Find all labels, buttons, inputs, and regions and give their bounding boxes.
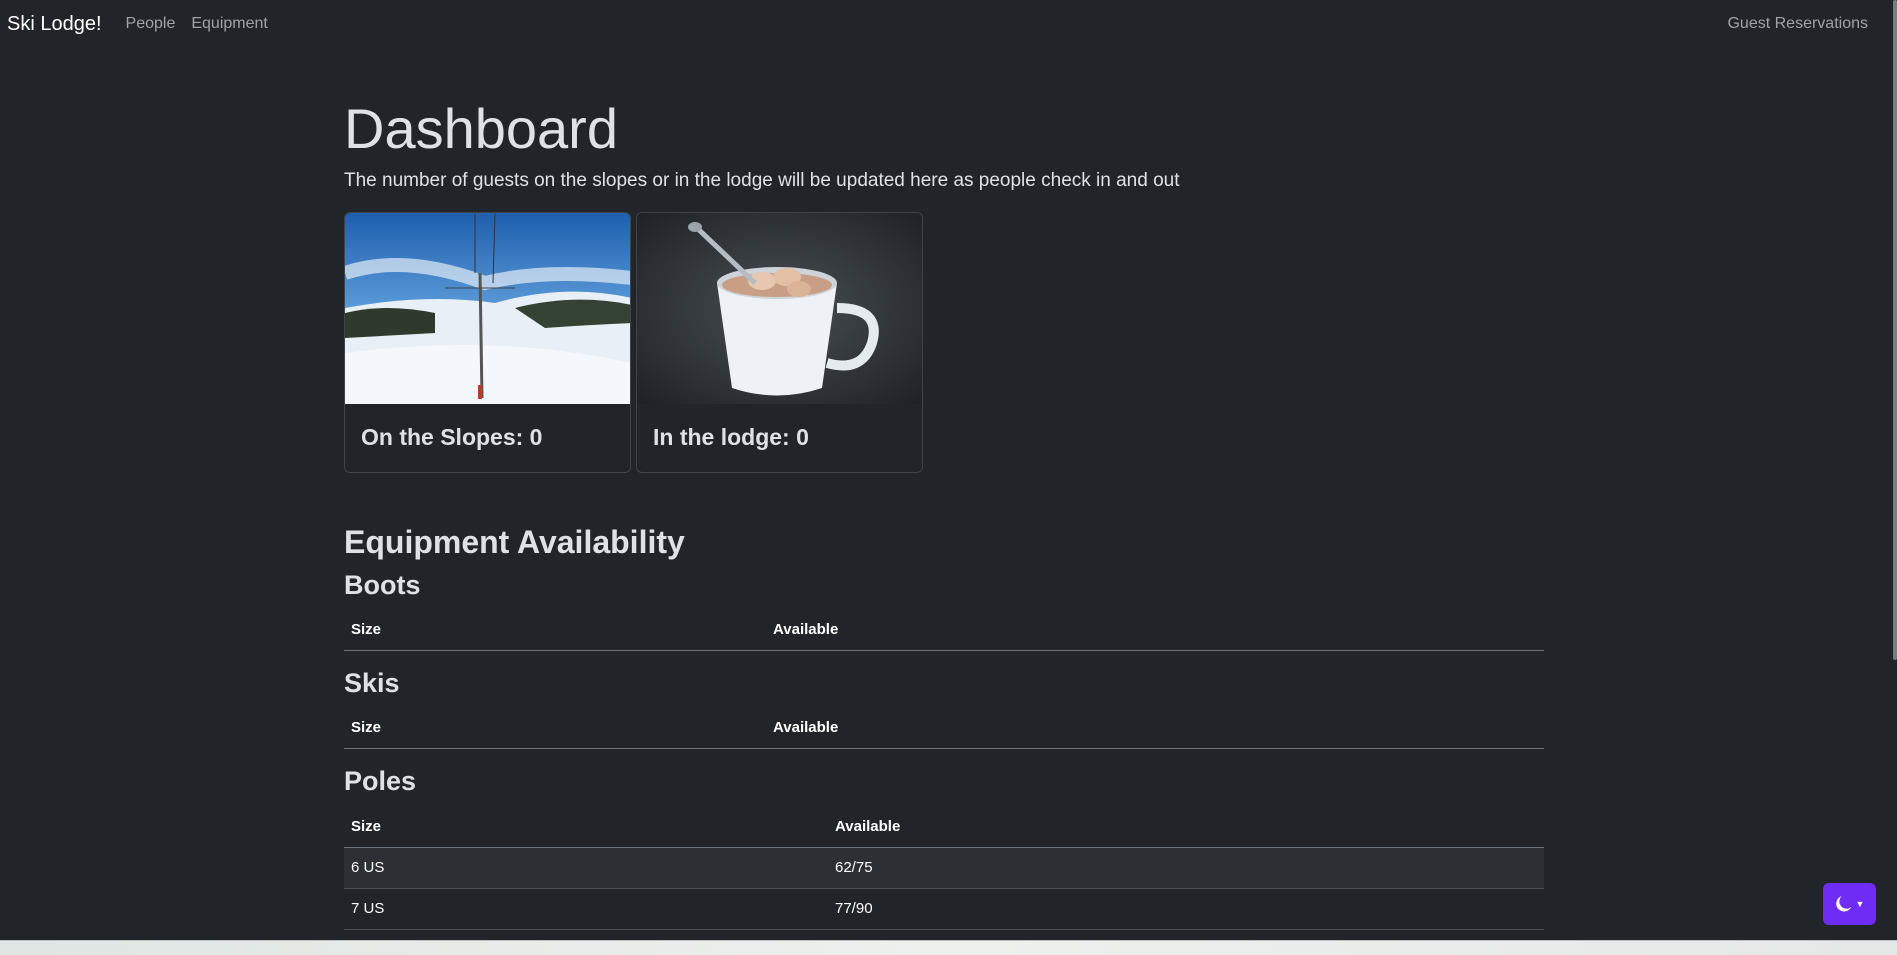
page-title: Dashboard <box>344 97 618 160</box>
pole-size-cell: 6 US <box>344 847 828 889</box>
hot-cocoa-image <box>637 213 922 404</box>
nav-link-people[interactable]: People <box>126 15 176 33</box>
boots-available-header: Available <box>766 610 1544 651</box>
lodge-count: In the lodge: 0 <box>653 424 809 450</box>
boots-table: Size Available <box>344 610 1544 651</box>
boots-size-header: Size <box>344 610 766 651</box>
poles-table: Size Available 6 US 62/75 7 US 77/90 <box>344 807 1544 930</box>
card-group: On the Slopes: 0 In the lodge: 0 <box>344 212 923 473</box>
skis-size-header: Size <box>344 708 766 749</box>
nav-link-guest-reservations[interactable]: Guest Reservations <box>1727 15 1868 33</box>
slopes-count: On the Slopes: 0 <box>361 424 543 450</box>
table-row: 6 US 62/75 <box>344 847 1544 889</box>
skis-table: Size Available <box>344 708 1544 749</box>
page-lead: The number of guests on the slopes or in… <box>344 170 1180 191</box>
pole-available-cell: 77/90 <box>828 888 1544 930</box>
nav-link-equipment[interactable]: Equipment <box>191 15 268 33</box>
navbar: Ski Lodge! People Equipment Guest Reserv… <box>0 0 1897 48</box>
pole-available-cell: 62/75 <box>828 847 1544 889</box>
theme-toggle-button[interactable]: ▼ <box>1823 883 1876 925</box>
skis-title: Skis <box>344 668 400 698</box>
poles-size-header: Size <box>344 807 828 848</box>
brand-link[interactable]: Ski Lodge! <box>7 13 102 36</box>
pole-size-cell: 7 US <box>344 888 828 930</box>
moon-icon <box>1835 896 1851 912</box>
table-row: 7 US 77/90 <box>344 888 1544 930</box>
equipment-availability-title: Equipment Availability <box>344 524 685 560</box>
chevron-down-icon: ▼ <box>1855 899 1865 909</box>
poles-available-header: Available <box>828 807 1544 848</box>
poles-title: Poles <box>344 766 417 796</box>
boots-title: Boots <box>344 570 421 600</box>
lodge-card: In the lodge: 0 <box>636 212 923 473</box>
ski-slope-image <box>345 213 630 404</box>
taskbar-strip <box>0 940 1897 955</box>
slopes-card: On the Slopes: 0 <box>344 212 631 473</box>
scrollbar[interactable] <box>1893 0 1897 660</box>
skis-available-header: Available <box>766 708 1544 749</box>
